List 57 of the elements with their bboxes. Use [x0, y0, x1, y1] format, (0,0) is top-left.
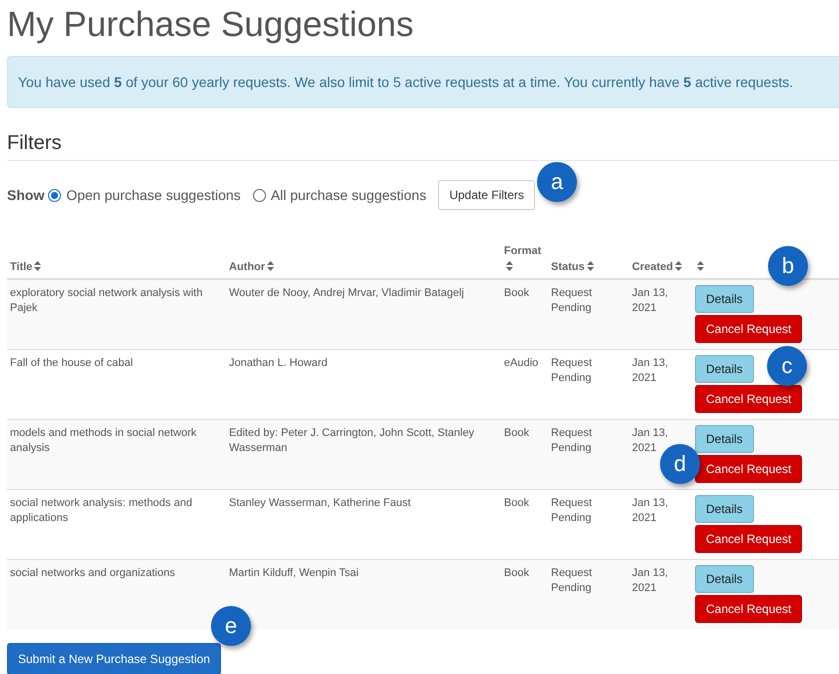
status-cell: Request Pending: [551, 567, 592, 594]
created-cell: Jan 13, 2021: [632, 567, 668, 594]
sort-icon[interactable]: [697, 261, 704, 271]
details-button[interactable]: Details: [695, 495, 754, 523]
column-header[interactable]: Created: [632, 261, 673, 273]
cancel-request-button[interactable]: Cancel Request: [695, 315, 802, 343]
format-cell: Book: [504, 287, 530, 299]
column-header[interactable]: Title: [10, 261, 32, 273]
annotation-badge: a: [537, 162, 577, 202]
annotation-badge: b: [768, 246, 808, 286]
column-header[interactable]: Status: [551, 261, 585, 273]
page-title: My Purchase Suggestions: [7, 4, 415, 46]
sort-icon[interactable]: [674, 261, 682, 271]
format-cell: eAudio: [504, 357, 538, 369]
title-cell: exploratory social network analysis with Pajek: [10, 287, 203, 314]
format-cell: Book: [504, 567, 530, 579]
format-cell: Book: [504, 427, 530, 439]
author-cell: Martin Kilduff, Wenpin Tsai: [229, 567, 359, 579]
sort-icon[interactable]: [34, 261, 42, 271]
details-button[interactable]: Details: [695, 355, 754, 383]
sort-icon[interactable]: [267, 261, 274, 271]
status-cell: Request Pending: [551, 287, 592, 314]
author-cell: Edited by: Peter J. Carrington, John Scott, Stanley Wasserman: [229, 427, 474, 454]
created-cell: Jan 13, 2021: [632, 497, 668, 524]
title-cell: models and methods in social network analysis: [10, 427, 196, 454]
cancel-request-button[interactable]: Cancel Request: [695, 595, 802, 623]
radio-button[interactable]: [252, 188, 266, 202]
sort-icon[interactable]: [506, 261, 513, 271]
created-cell: Jan 13, 2021: [632, 357, 668, 384]
show-label: Show: [7, 187, 44, 203]
radio-button[interactable]: [48, 188, 62, 202]
author-cell: Jonathan L. Howard: [229, 357, 328, 369]
submit-suggestion-button[interactable]: Submit a New Purchase Suggestion: [7, 643, 222, 674]
column-header[interactable]: Author: [229, 261, 266, 273]
format-cell: Book: [504, 497, 530, 509]
cancel-request-button[interactable]: Cancel Request: [695, 385, 802, 413]
status-cell: Request Pending: [551, 497, 592, 524]
details-button[interactable]: Details: [695, 425, 754, 453]
filters-heading: Filters: [7, 132, 839, 161]
cancel-request-button[interactable]: Cancel Request: [695, 525, 802, 553]
title-cell: social network analysis: methods and applications: [10, 497, 192, 524]
created-cell: Jan 13, 2021: [632, 287, 668, 314]
update-filters-button[interactable]: Update Filters: [438, 180, 536, 210]
status-cell: Request Pending: [551, 427, 592, 454]
cancel-request-button[interactable]: Cancel Request: [695, 455, 802, 483]
radio-label[interactable]: Open purchase suggestions: [66, 187, 241, 203]
title-cell: Fall of the house of cabal: [10, 357, 133, 369]
author-cell: Wouter de Nooy, Andrej Mrvar, Vladimir Batagelj: [229, 287, 464, 299]
details-button[interactable]: Details: [695, 565, 754, 593]
usage-alert: You have used 5 of your 60 yearly requests. We also limit to 5 active requests at a time. You currently have 5 active requests.: [7, 56, 839, 108]
radio-label[interactable]: All purchase suggestions: [270, 187, 426, 203]
column-header[interactable]: Format: [504, 245, 542, 257]
status-cell: Request Pending: [551, 357, 592, 384]
title-cell: social networks and organizations: [10, 567, 176, 579]
details-button[interactable]: Details: [695, 285, 754, 313]
author-cell: Stanley Wasserman, Katherine Faust: [229, 497, 411, 509]
sort-icon[interactable]: [586, 261, 594, 271]
